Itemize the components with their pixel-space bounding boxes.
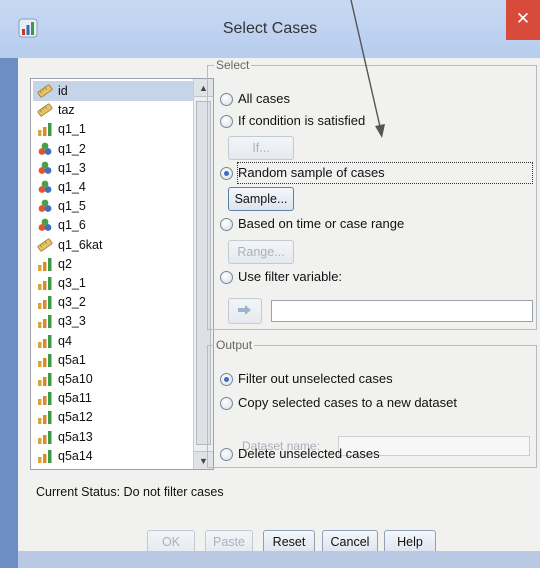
nominal-circles-icon (37, 218, 53, 232)
ruler-icon (37, 84, 53, 98)
bar-chart-icon (37, 449, 53, 463)
bar-chart-icon (37, 257, 53, 271)
bar-chart-icon (37, 314, 53, 329)
list-item[interactable]: q3_1 (33, 273, 193, 293)
variable-name: taz (58, 103, 75, 118)
variable-name: q1_1 (58, 122, 86, 137)
output-legend: Output (216, 338, 253, 352)
close-button[interactable]: ✕ (506, 0, 540, 40)
dialog-body: q5a14 q5a13 q5a12 q5a11 q5a10 q5a1 q4 q3_3 q3_2 q… (18, 58, 540, 568)
select-group: Select All cases If condition is satisfi… (207, 58, 537, 330)
window-bottom-border (18, 551, 540, 568)
radio-copy-selected-label: Copy selected cases to a new dataset (238, 395, 457, 410)
bar-chart-icon (37, 334, 53, 348)
radio-based-on-time-label: Based on time or case range (238, 216, 405, 231)
list-item[interactable]: q1_4 (33, 177, 193, 197)
list-item[interactable]: q5a10 (33, 369, 193, 389)
list-item[interactable]: q5a12 (33, 407, 193, 427)
list-item[interactable]: q1_2 (33, 139, 193, 159)
variable-name: q5a11 (58, 391, 92, 406)
bar-chart-icon (37, 295, 53, 310)
radio-based-on-time-indicator[interactable] (220, 218, 233, 231)
list-item[interactable]: q5a14 (33, 446, 193, 466)
radio-delete-unselected-indicator[interactable] (220, 448, 233, 461)
list-item[interactable]: q1_5 (33, 196, 193, 216)
title-bar: Select Cases ✕ (0, 0, 540, 58)
current-status: Current Status: Do not filter cases (36, 485, 224, 499)
bar-chart-icon (37, 353, 53, 367)
variable-name: q1_3 (58, 160, 86, 175)
radio-delete-unselected-label: Delete unselected cases (238, 446, 380, 461)
nominal-circles-icon (37, 180, 53, 194)
variable-name: q1_2 (58, 141, 86, 156)
list-item[interactable]: q5a1 (33, 350, 193, 370)
radio-random-sample-label: Random sample of cases (237, 162, 533, 184)
radio-all-cases-label: All cases (238, 91, 291, 106)
variable-name: q2 (58, 256, 72, 271)
variable-name: q5a12 (58, 410, 93, 425)
bar-chart-icon (37, 410, 53, 425)
sample-button[interactable]: Sample... (228, 187, 294, 211)
variable-name: q3_2 (58, 295, 86, 310)
variable-name: q3_1 (58, 276, 86, 290)
radio-filter-out-indicator[interactable] (220, 373, 233, 386)
bar-chart-icon (37, 391, 53, 406)
list-item[interactable]: q1_3 (33, 158, 193, 178)
radio-use-filter-label: Use filter variable: (238, 269, 343, 284)
variable-name: q3_3 (58, 314, 86, 329)
bar-chart-icon (37, 122, 53, 137)
nominal-circles-icon (37, 161, 53, 175)
nominal-circles-icon (37, 199, 53, 213)
list-item[interactable]: q1_6kat (33, 235, 193, 255)
radio-all-cases-indicator[interactable] (220, 93, 233, 106)
radio-use-filter-indicator[interactable] (220, 271, 233, 284)
range-button[interactable]: Range... (228, 240, 294, 264)
filter-variable-field[interactable] (271, 300, 533, 322)
radio-copy-selected-indicator[interactable] (220, 397, 233, 410)
variable-name: q1_6 (58, 218, 86, 233)
bar-chart-icon (37, 430, 53, 444)
radio-random-sample-indicator[interactable] (220, 167, 233, 180)
list-item[interactable]: id (33, 81, 193, 101)
ruler-icon (37, 238, 53, 252)
variable-name: q5a10 (58, 372, 93, 386)
list-item[interactable]: q3_2 (33, 292, 193, 312)
variable-name: q5a14 (58, 448, 93, 463)
variable-name: q1_4 (58, 180, 86, 194)
select-legend: Select (216, 58, 250, 72)
radio-if-condition-indicator[interactable] (220, 115, 233, 128)
close-icon: ✕ (515, 9, 531, 28)
list-item[interactable]: q3_3 (33, 311, 193, 331)
variable-name: q5a13 (58, 429, 93, 444)
variable-name: q5a1 (58, 352, 86, 367)
list-item[interactable]: q2 (33, 254, 193, 274)
bar-chart-icon (37, 276, 53, 290)
right-arrow-icon (238, 304, 251, 315)
output-group: Output Filter out unselected cases Copy … (207, 338, 537, 468)
variable-name: q1_6kat (58, 237, 103, 252)
nominal-circles-icon (37, 142, 53, 156)
radio-random-sample[interactable]: Random sample of cases (220, 162, 533, 184)
list-item[interactable]: taz (33, 100, 193, 120)
variable-list[interactable]: q5a14 q5a13 q5a12 q5a11 q5a10 q5a1 q4 q3_3 q3_2 q… (30, 78, 214, 470)
list-item[interactable]: q5a13 (33, 427, 193, 447)
list-item[interactable]: q1_1 (33, 119, 193, 139)
radio-if-condition-label: If condition is satisfied (238, 113, 366, 128)
variable-name: id (58, 84, 68, 98)
move-variable-button[interactable] (228, 298, 262, 324)
if-button[interactable]: If... (228, 136, 294, 160)
window-title: Select Cases (222, 20, 318, 37)
list-item[interactable]: q1_6 (33, 215, 193, 235)
radio-filter-out-label: Filter out unselected cases (238, 371, 393, 386)
variable-name: q1_5 (58, 199, 86, 214)
ruler-icon (37, 103, 53, 117)
list-item[interactable]: q5a11 (33, 388, 193, 408)
list-item[interactable]: q4 (33, 331, 193, 351)
variable-name: q4 (58, 333, 72, 348)
bar-chart-icon (37, 372, 53, 386)
